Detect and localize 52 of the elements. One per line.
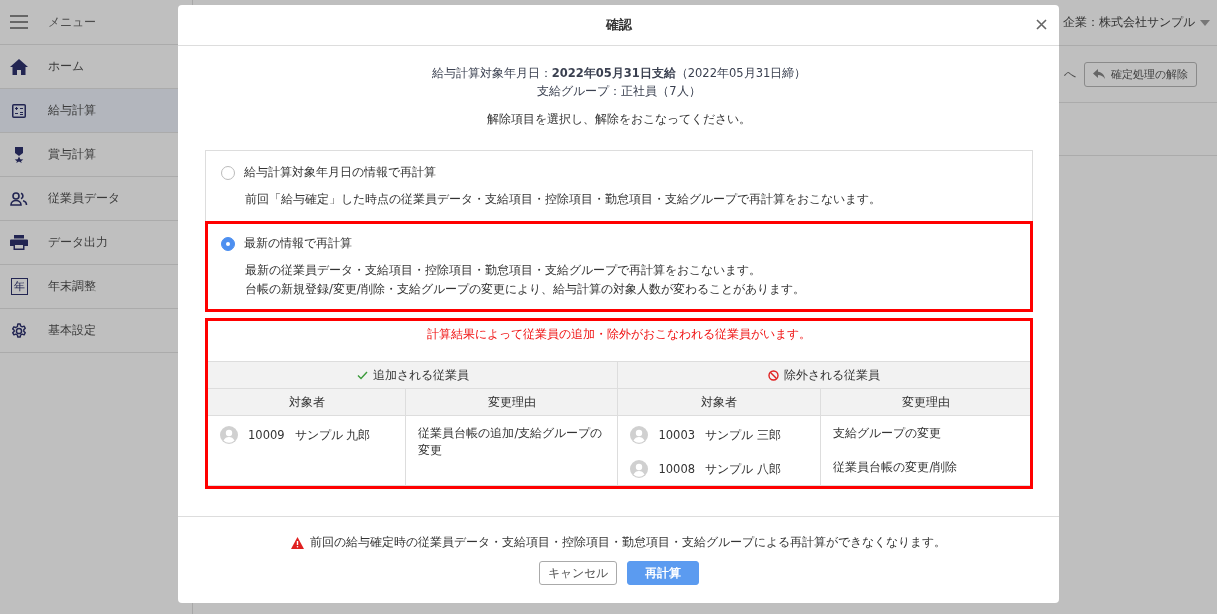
cancel-button[interactable]: キャンセル xyxy=(538,561,617,585)
employee-id: 10008 xyxy=(658,462,696,476)
people-icon xyxy=(10,191,28,206)
avatar-icon xyxy=(220,426,238,444)
reason-text: 従業員台帳の変更/削除 xyxy=(833,459,959,476)
info-text: 給与計算対象年月日：2022年05月31日支給（2022年05月31日締） xyxy=(431,66,807,81)
option-card[interactable]: 最新の情報で再計算 最新の従業員データ・支給項目・控除項目・勤怠項目・支給グループで再計算をおこないます。 台帳の新規登録/変更/削除・支給グループの変更により、給与計算の対象人数が変わることがあります。 xyxy=(205,221,1033,312)
employee-name: サンプル 九郎 xyxy=(294,427,371,443)
option-label[interactable]: 給与計算対象年月日の情報で再計算 xyxy=(244,165,436,180)
caret-icon xyxy=(1200,19,1210,26)
reason-text: 支給グループの変更 xyxy=(833,425,943,442)
reply-icon xyxy=(1093,69,1105,79)
prohibited-icon xyxy=(768,369,780,381)
employee-id: 10003 xyxy=(658,428,696,442)
check-icon xyxy=(356,370,368,380)
group-title: 追加される従業員 xyxy=(372,367,469,383)
avatar-icon xyxy=(630,426,649,444)
menu-icon xyxy=(10,15,28,29)
calculator-icon xyxy=(12,103,26,118)
warning-icon xyxy=(291,536,304,549)
menu-title: メニュー xyxy=(48,13,96,31)
option-description: 最新の従業員データ・支給項目・控除項目・勤怠項目・支給グループで再計算をおこないます。 xyxy=(245,263,762,278)
radio-button[interactable] xyxy=(221,236,235,251)
employee-name: サンプル 三郎 xyxy=(705,427,781,443)
warning-text: 前回の給与確定時の従業員データ・支給項目・控除項目・勤怠項目・支給グループによる再計算ができなくなります。 xyxy=(310,535,946,550)
instruction-text: 解除項目を選択し、解除をおこなってください。 xyxy=(486,112,752,127)
gear-icon xyxy=(11,322,27,339)
option-description: 台帳の新規登録/変更/削除・支給グループの変更により、給与計算の対象人数が変わることがあります。 xyxy=(245,282,806,297)
column-header: 対象者 xyxy=(208,388,406,416)
employee-id: 10009 xyxy=(248,428,285,442)
reason-text: 従業員台帳の追加/支給グループの変更 xyxy=(418,425,604,459)
group-title: 除外される従業員 xyxy=(784,367,881,383)
radio-button[interactable] xyxy=(221,165,235,180)
info-text: 支給グループ：正社員（7人） xyxy=(537,84,701,99)
option-description: 前回「給与確定」した時点の従業員データ・支給項目・控除項目・勤怠項目・支給グループで再計算をおこないます。 xyxy=(245,192,882,207)
avatar-icon xyxy=(630,460,649,478)
employee-name: サンプル 八郎 xyxy=(705,461,781,477)
option-card[interactable]: 給与計算対象年月日の情報で再計算 前回「給与確定」した時点の従業員データ・支給項目・控除項目・勤怠項目・支給グループで再計算をおこないます。 xyxy=(205,150,1033,222)
calendar-icon: 年 xyxy=(10,278,28,295)
printer-icon xyxy=(10,235,28,250)
dialog-title: 確認 xyxy=(605,16,632,34)
notice-text: 計算結果によって従業員の追加・除外がおこなわれる従業員がいます。 xyxy=(426,326,812,343)
medal-icon xyxy=(14,146,24,163)
company-selector[interactable]: 企業：株式会社サンプル xyxy=(1063,14,1195,31)
option-label[interactable]: 最新の情報で再計算 xyxy=(244,236,352,251)
column-header: 対象者 xyxy=(618,388,821,416)
unconfirm-button[interactable]: 確定処理の解除 xyxy=(1084,61,1197,87)
column-header: 変更理由 xyxy=(820,388,1030,416)
close-icon[interactable] xyxy=(1036,19,1047,30)
home-icon xyxy=(10,58,28,75)
column-header: 変更理由 xyxy=(405,388,618,416)
back-link[interactable]: へ xyxy=(1064,65,1076,83)
